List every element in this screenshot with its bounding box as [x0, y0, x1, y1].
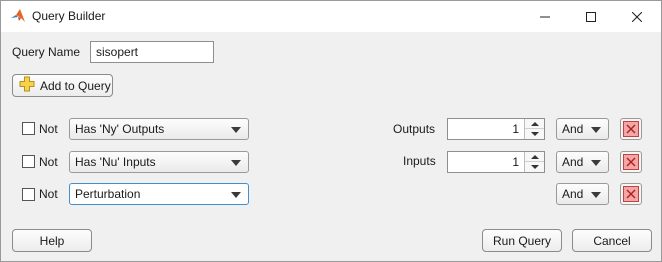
minimize-button[interactable]	[522, 1, 568, 32]
dropdown-arrow-icon	[591, 192, 601, 198]
logic-value-3: And	[562, 187, 584, 201]
logic-dropdown-2[interactable]: And	[556, 151, 609, 173]
arrow-down-icon	[530, 165, 539, 169]
title-bar: Query Builder	[1, 1, 661, 32]
outputs-increment-button[interactable]	[525, 119, 544, 129]
not-label-2: Not	[39, 155, 58, 169]
minimize-icon	[540, 16, 550, 17]
window-title: Query Builder	[32, 9, 106, 23]
close-icon	[623, 186, 639, 202]
condition-value-1: Has 'Ny' Outputs	[75, 122, 165, 136]
plus-icon	[19, 76, 35, 95]
dropdown-arrow-icon	[231, 192, 241, 198]
logic-value-2: And	[562, 155, 584, 169]
dropdown-arrow-icon	[231, 127, 241, 133]
dropdown-arrow-icon	[591, 160, 601, 166]
query-name-input[interactable]: sisopert	[90, 41, 214, 63]
condition-value-2: Has 'Nu' Inputs	[75, 155, 156, 169]
remove-row-button-3[interactable]	[620, 183, 642, 205]
maximize-icon	[586, 11, 596, 22]
inputs-decrement-button[interactable]	[525, 162, 544, 172]
not-checkbox-3[interactable]	[22, 188, 35, 201]
close-icon	[623, 154, 639, 170]
matlab-logo-icon	[10, 8, 26, 24]
not-label-3: Not	[39, 187, 58, 201]
help-button[interactable]: Help	[12, 229, 92, 252]
arrow-down-icon	[530, 132, 539, 136]
dropdown-arrow-icon	[591, 127, 601, 133]
close-icon	[623, 121, 639, 137]
outputs-decrement-button[interactable]	[525, 129, 544, 139]
remove-row-button-1[interactable]	[620, 118, 642, 140]
arrow-up-icon	[530, 121, 539, 126]
dropdown-arrow-icon	[231, 160, 241, 166]
close-window-button[interactable]	[614, 1, 660, 32]
close-icon	[632, 11, 642, 22]
condition-dropdown-1[interactable]: Has 'Ny' Outputs	[69, 118, 249, 140]
add-to-query-button[interactable]: Add to Query	[12, 74, 113, 97]
maximize-button[interactable]	[568, 1, 614, 32]
inputs-value: 1	[512, 155, 519, 169]
inputs-spinner[interactable]: 1	[447, 151, 545, 173]
add-to-query-label: Add to Query	[40, 78, 111, 93]
outputs-spinner[interactable]: 1	[447, 118, 545, 140]
condition-dropdown-3[interactable]: Perturbation	[69, 183, 249, 205]
outputs-label: Outputs	[393, 122, 436, 136]
remove-row-button-2[interactable]	[620, 151, 642, 173]
inputs-increment-button[interactable]	[525, 152, 544, 162]
cancel-button[interactable]: Cancel	[572, 229, 652, 252]
inputs-label: Inputs	[403, 154, 436, 168]
condition-value-3: Perturbation	[75, 187, 141, 201]
not-label-1: Not	[39, 122, 58, 136]
query-builder-window: Query Builder Query Name sisopert Add to…	[0, 0, 662, 262]
logic-dropdown-1[interactable]: And	[556, 118, 609, 140]
outputs-value: 1	[512, 122, 519, 136]
condition-dropdown-2[interactable]: Has 'Nu' Inputs	[69, 151, 249, 173]
logic-dropdown-3[interactable]: And	[556, 183, 609, 205]
arrow-up-icon	[530, 154, 539, 159]
not-checkbox-2[interactable]	[22, 155, 35, 168]
logic-value-1: And	[562, 122, 584, 136]
not-checkbox-1[interactable]	[22, 122, 35, 135]
query-name-label: Query Name	[12, 45, 81, 59]
run-query-button[interactable]: Run Query	[482, 229, 562, 252]
